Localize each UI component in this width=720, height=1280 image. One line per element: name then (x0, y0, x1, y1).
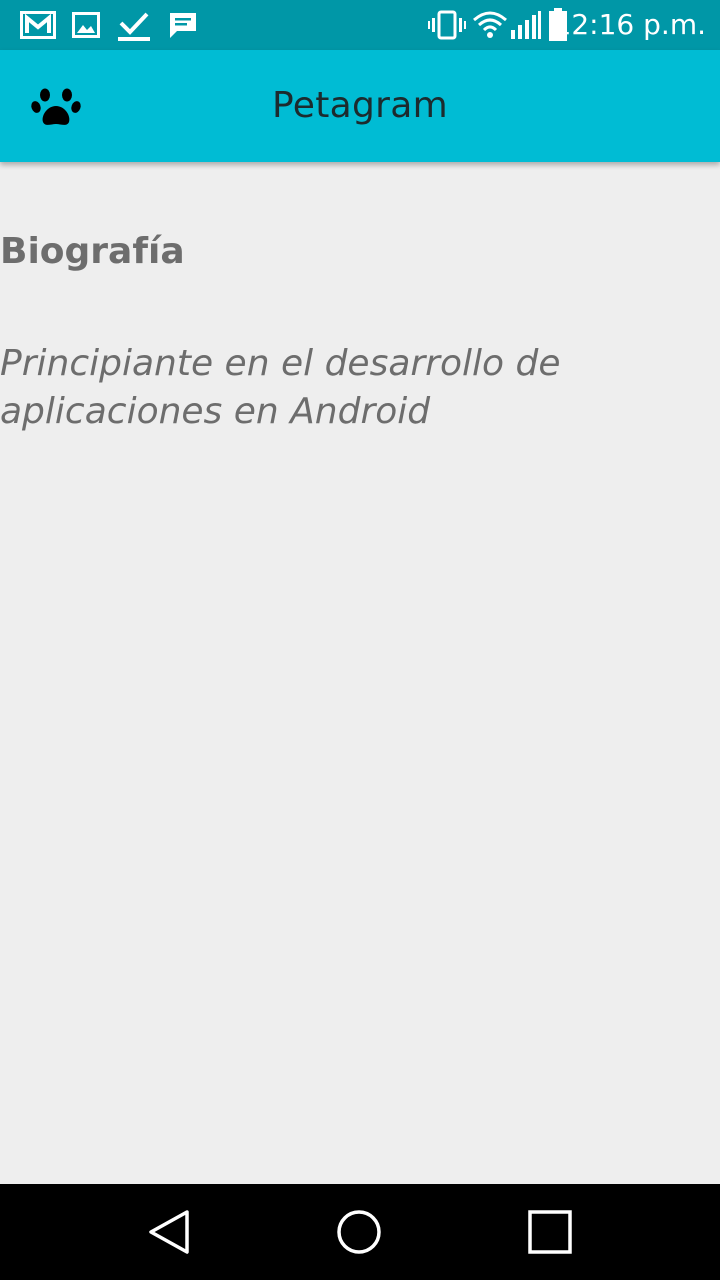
status-bar: 12:16 p.m. (0, 0, 720, 50)
vibrate-icon (428, 10, 466, 40)
wifi-icon (473, 11, 507, 38)
status-time: 12:16 p.m. (553, 8, 706, 41)
gallery-icon (72, 12, 100, 38)
signal-icon (511, 11, 541, 39)
home-icon[interactable] (329, 1202, 389, 1262)
app-toolbar: Petagram (0, 50, 720, 162)
recents-icon[interactable] (520, 1202, 580, 1262)
back-icon[interactable] (140, 1202, 200, 1262)
bio-heading: Biografía (0, 231, 185, 272)
message-icon (170, 13, 196, 38)
download-complete-icon (118, 12, 150, 41)
app-title: Petagram (272, 85, 448, 126)
bio-text: Principiante en el desarrollo de aplicac… (0, 343, 561, 432)
gmail-icon (20, 11, 56, 39)
navigation-bar (0, 1184, 720, 1280)
